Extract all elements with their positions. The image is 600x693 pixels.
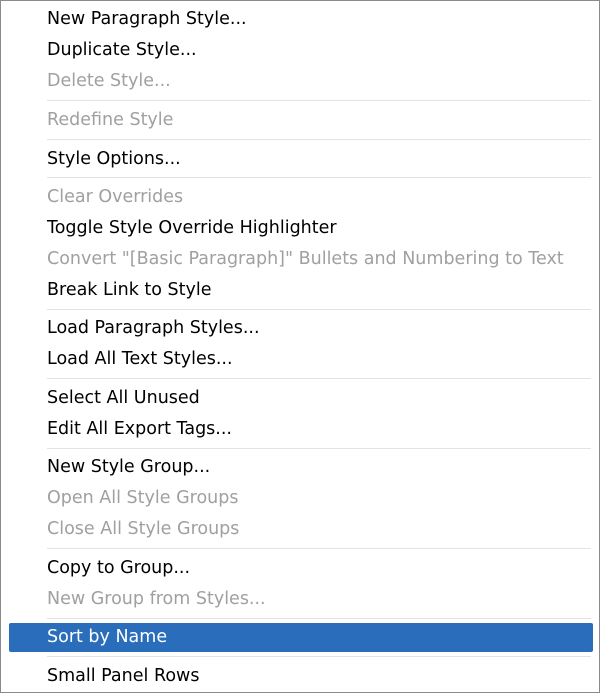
menu-separator [47,309,591,310]
menu-item-open-all-style-groups: Open All Style Groups [47,488,239,508]
menu-item-style-options[interactable]: Style Options... [9,145,593,174]
menu-item-new-group-from-styles: New Group from Styles... [47,589,266,609]
menu-separator [47,100,591,101]
menu-separator [47,448,591,449]
menu-item-duplicate-style[interactable]: Duplicate Style... [9,36,593,65]
menu-item-sort-by-name[interactable]: Sort by Name [9,623,593,652]
menu-separator [47,656,591,657]
menu-separator [47,548,591,549]
menu-item-clear-overrides: Clear Overrides [47,187,184,207]
menu-separator [47,139,591,140]
menu-separator [47,378,591,379]
menu-item-close-all-style-groups: Close All Style Groups [47,519,240,539]
menu-item-copy-to-group[interactable]: Copy to Group... [9,554,593,583]
menu-item-new-paragraph-style[interactable]: New Paragraph Style... [9,5,593,34]
panel-menu: New Paragraph Style... Duplicate Style..… [0,0,600,693]
menu-item-load-paragraph-styles[interactable]: Load Paragraph Styles... [9,314,593,343]
menu-item-new-style-group[interactable]: New Style Group... [9,453,593,482]
menu-separator [47,618,591,619]
menu-item-toggle-style-override-highlighter[interactable]: Toggle Style Override Highlighter [9,214,593,243]
menu-item-delete-style: Delete Style... [47,71,171,91]
menu-item-edit-all-export-tags[interactable]: Edit All Export Tags... [9,415,593,444]
menu-item-select-all-unused[interactable]: Select All Unused [9,384,593,413]
menu-item-redefine-style: Redefine Style [47,110,174,130]
menu-item-small-panel-rows[interactable]: Small Panel Rows [9,662,593,691]
menu-item-break-link-to-style[interactable]: Break Link to Style [9,276,593,305]
menu-item-load-all-text-styles[interactable]: Load All Text Styles... [9,345,593,374]
menu-item-convert-bullets-numbering: Convert "[Basic Paragraph]" Bullets and … [47,249,564,269]
menu-separator [47,177,591,178]
